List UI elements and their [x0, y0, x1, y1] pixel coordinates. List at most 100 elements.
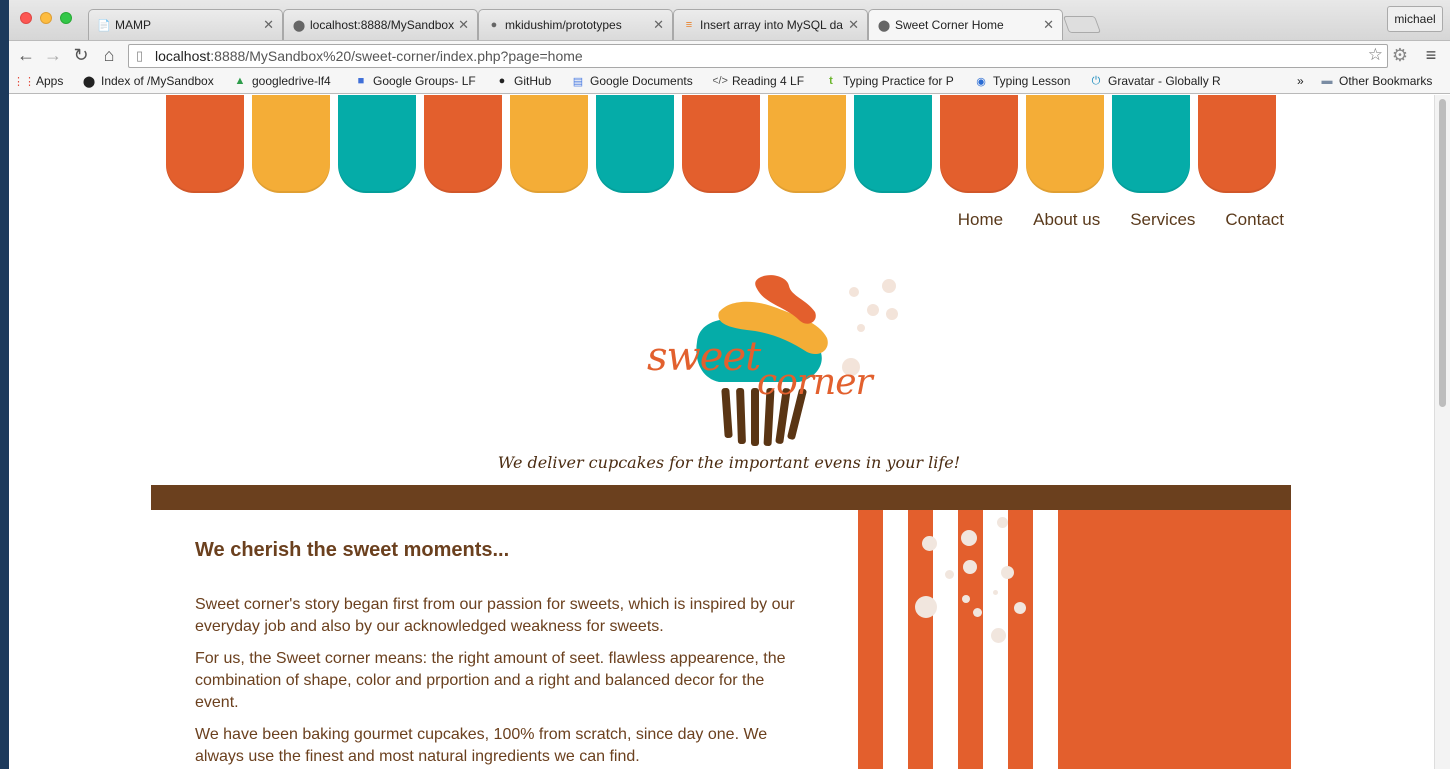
awning-stripe — [940, 95, 1018, 193]
tagline: We deliver cupcakes for the important ev… — [497, 453, 961, 472]
profile-button[interactable]: michael — [1387, 6, 1443, 32]
awning-stripe — [166, 95, 244, 193]
white-stripe — [933, 510, 958, 769]
bookmark-label: Apps — [36, 74, 64, 88]
mamp-icon: ⬤ — [82, 75, 96, 88]
bubble-dot — [961, 530, 977, 546]
white-stripe — [1033, 510, 1058, 769]
awning-stripe — [338, 95, 416, 193]
awning-stripe — [252, 95, 330, 193]
bubble-dot — [1014, 602, 1026, 614]
bookmark-index-mysandbox[interactable]: ⬤ Index of /MySandbox — [82, 74, 214, 88]
bookmark-github[interactable]: ● GitHub — [495, 74, 552, 88]
other-bookmarks-folder[interactable]: ▬ Other Bookmarks — [1320, 74, 1433, 88]
tab-label: Insert array into MySQL da — [700, 18, 843, 32]
bookmark-typing-practice[interactable]: t Typing Practice for P — [824, 74, 957, 88]
typing-icon: t — [829, 75, 833, 87]
groups-icon: ■ — [357, 75, 365, 87]
bubble-dot — [991, 628, 1006, 643]
github-icon: ● — [498, 75, 506, 87]
awning-stripe — [1112, 95, 1190, 193]
bookmark-typing-lesson[interactable]: ◉ Typing Lesson — [974, 74, 1070, 88]
bookmark-google-groups[interactable]: ■ Google Groups- LF — [354, 74, 476, 88]
awning-stripe — [768, 95, 846, 193]
address-path: :8888/MySandbox%20/sweet-corner/index.ph… — [210, 48, 583, 64]
gravatar-icon: ⏻ — [1091, 74, 1101, 87]
reload-icon[interactable]: ↻ — [70, 44, 92, 66]
bookmark-label: GitHub — [514, 74, 552, 88]
scrollbar-thumb[interactable] — [1439, 99, 1446, 407]
bubble-dot — [973, 608, 982, 617]
forward-icon[interactable]: → — [42, 44, 64, 66]
cursor-icon: ◉ — [976, 75, 986, 88]
new-tab-button[interactable] — [1062, 16, 1102, 33]
bookmark-label: Other Bookmarks — [1339, 74, 1433, 88]
nav-about-us[interactable]: About us — [1033, 210, 1100, 230]
awning-stripe — [424, 95, 502, 193]
site-nav: Home About us Services Contact — [958, 210, 1284, 230]
star-icon[interactable]: ☆ — [1368, 45, 1383, 65]
awning-stripe — [596, 95, 674, 193]
minimize-window-button[interactable] — [40, 12, 52, 24]
address-bar[interactable]: ▯ localhost:8888/MySandbox%20/sweet-corn… — [128, 44, 1388, 68]
nav-home[interactable]: Home — [958, 210, 1003, 230]
bubble-dot — [1001, 566, 1014, 579]
close-icon[interactable]: ✕ — [458, 17, 469, 33]
bookmark-label: Gravatar - Globally R — [1108, 74, 1221, 88]
bookmark-reading[interactable]: </> Reading 4 LF — [713, 74, 804, 88]
maximize-window-button[interactable] — [60, 12, 72, 24]
brown-divider-bar — [151, 485, 1291, 510]
close-icon[interactable]: ✕ — [263, 17, 274, 33]
awning-stripe — [510, 95, 588, 193]
tab-label: mkidushim/prototypes — [505, 18, 622, 32]
extension-gear-icon[interactable]: ⚙ — [1389, 44, 1411, 66]
github-icon: ● — [490, 19, 498, 31]
close-icon[interactable]: ✕ — [1043, 17, 1054, 33]
mamp-icon: ⬤ — [292, 19, 306, 32]
more-bookmarks-button[interactable]: » — [1297, 74, 1304, 88]
close-icon[interactable]: ✕ — [848, 17, 859, 33]
white-stripe — [883, 510, 908, 769]
bubble-dot — [993, 590, 998, 595]
awning-stripe — [1026, 95, 1104, 193]
bookmark-gravatar[interactable]: ⏻ Gravatar - Globally R — [1089, 74, 1229, 88]
tab-mamp[interactable]: 📄 MAMP ✕ — [88, 9, 283, 40]
nav-contact[interactable]: Contact — [1225, 210, 1284, 230]
logo-word-corner: corner — [757, 362, 873, 403]
bookmark-apps[interactable]: ⋮⋮ Apps — [17, 74, 63, 88]
tab-sweet-corner[interactable]: ⬤ Sweet Corner Home ✕ — [868, 9, 1063, 40]
menu-icon[interactable]: ≡ — [1420, 44, 1442, 66]
tab-stackoverflow[interactable]: ≡ Insert array into MySQL da ✕ — [673, 9, 868, 40]
intro-section: We cherish the sweet moments... Sweet co… — [151, 510, 858, 769]
tab-localhost[interactable]: ⬤ localhost:8888/MySandbox ✕ — [283, 9, 478, 40]
bookmark-googledrive[interactable]: ▲ googledrive-lf4 — [233, 74, 331, 88]
drive-icon: ▲ — [234, 75, 246, 87]
bookmark-label: Google Documents — [590, 74, 693, 88]
tab-label: localhost:8888/MySandbox — [310, 18, 455, 32]
tab-github[interactable]: ● mkidushim/prototypes ✕ — [478, 9, 673, 40]
back-icon[interactable]: ← — [15, 44, 37, 66]
bubble-dot — [962, 595, 970, 603]
home-icon[interactable]: ⌂ — [98, 44, 120, 66]
awning-stripe — [854, 95, 932, 193]
address-host: localhost — [155, 48, 211, 64]
close-icon[interactable]: ✕ — [653, 17, 664, 33]
bookmark-label: Google Groups- LF — [373, 74, 476, 88]
vertical-scrollbar[interactable] — [1434, 95, 1450, 769]
bookmark-google-documents[interactable]: ▤ Google Documents — [571, 74, 693, 88]
folder-icon: ▬ — [1321, 75, 1333, 87]
logo-word-sweet: sweet — [647, 334, 761, 380]
page-viewport: Home About us Services Contact sweet cor… — [9, 95, 1434, 769]
page-icon: 📄 — [97, 19, 111, 32]
bookmark-label: Typing Practice for P — [843, 74, 954, 88]
awning-banner — [166, 95, 1278, 193]
bubble-dot — [963, 560, 977, 574]
nav-services[interactable]: Services — [1130, 210, 1195, 230]
close-window-button[interactable] — [20, 12, 32, 24]
tab-label: MAMP — [115, 18, 151, 32]
bookmark-label: Reading 4 LF — [732, 74, 805, 88]
stackoverflow-icon: ≡ — [685, 19, 693, 31]
bookmark-label: Typing Lesson — [993, 74, 1071, 88]
sweet-corner-logo[interactable]: sweet corner — [639, 270, 909, 455]
toolbar: ← → ↻ ⌂ ▯ localhost:8888/MySandbox%20/sw… — [9, 40, 1450, 70]
